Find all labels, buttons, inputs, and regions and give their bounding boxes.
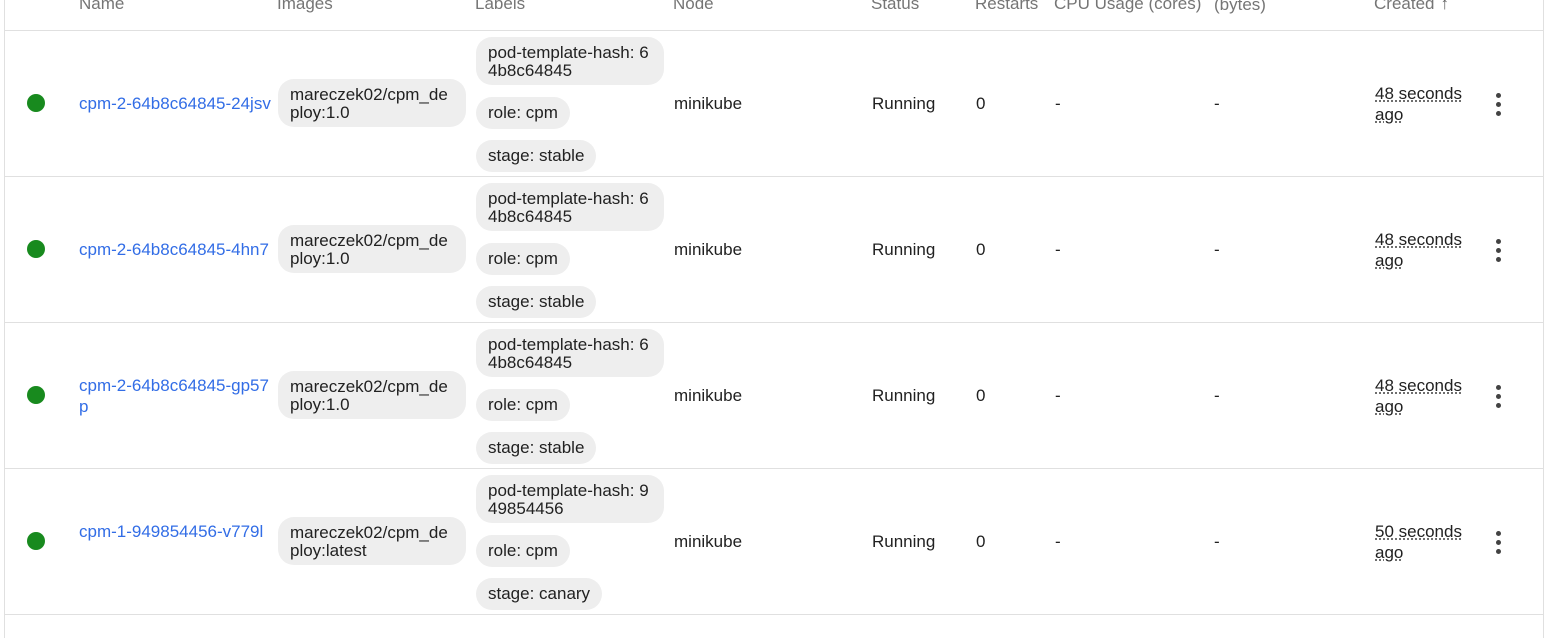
header-images: Images [277, 0, 333, 13]
restarts-cell: 0 [976, 386, 986, 405]
header-labels: Labels [475, 0, 526, 13]
status-ok-icon [27, 532, 45, 550]
created-cell: 48 seconds ago [1375, 376, 1462, 416]
cpu-cell: - [1055, 94, 1061, 113]
header-memory: Memory Usage (bytes) [1214, 0, 1266, 14]
status-cell: Running [872, 240, 936, 259]
label-chip-stage: stage: stable [476, 286, 597, 318]
status-cell: Running [872, 532, 936, 551]
table-row[interactable]: cpm-1-949854456-v779l mareczek02/cpm_dep… [5, 468, 1543, 615]
status-cell: Running [872, 386, 936, 405]
label-chip-pod-template-hash: pod-template-hash: 64b8c64845 [476, 37, 664, 85]
image-chip: mareczek02/cpm_deploy:latest [278, 517, 466, 565]
label-chip-pod-template-hash: pod-template-hash: 64b8c64845 [476, 183, 664, 231]
memory-cell: - [1214, 532, 1220, 551]
header-created-label[interactable]: Created [1374, 0, 1434, 13]
cpu-cell: - [1055, 240, 1061, 259]
header-created[interactable]: Created ↑ [1374, 0, 1449, 13]
header-cpu: CPU Usage (cores) [1054, 0, 1202, 13]
header-node[interactable]: Node [673, 0, 714, 13]
image-chip: mareczek02/cpm_deploy:1.0 [278, 225, 466, 273]
pod-name-link[interactable]: cpm-2-64b8c64845-24jsv [79, 93, 273, 114]
label-chip-pod-template-hash: pod-template-hash: 64b8c64845 [476, 329, 664, 377]
pod-name-link[interactable]: cpm-2-64b8c64845-gp57p [79, 375, 273, 417]
header-name[interactable]: Name [79, 0, 124, 13]
pods-table: Name Images Labels Node Status Restarts … [4, 0, 1544, 638]
cpu-cell: - [1055, 532, 1061, 551]
memory-cell: - [1214, 240, 1220, 259]
cpu-cell: - [1055, 386, 1061, 405]
created-cell: 48 seconds ago [1375, 84, 1462, 124]
table-row[interactable]: cpm-2-64b8c64845-4hn7 mareczek02/cpm_dep… [5, 176, 1543, 323]
created-cell: 50 seconds ago [1375, 522, 1462, 562]
label-chip-role: role: cpm [476, 535, 570, 567]
status-ok-icon [27, 386, 45, 404]
memory-cell: - [1214, 94, 1220, 113]
restarts-cell: 0 [976, 94, 986, 113]
label-chip-stage: stage: canary [476, 578, 603, 610]
header-status[interactable]: Status [871, 0, 919, 13]
image-chip: mareczek02/cpm_deploy:1.0 [278, 371, 466, 419]
pod-name-link[interactable]: cpm-1-949854456-v779l [79, 521, 273, 542]
node-cell[interactable]: minikube [674, 531, 742, 552]
restarts-cell: 0 [976, 240, 986, 259]
created-cell: 48 seconds ago [1375, 230, 1462, 270]
image-chip: mareczek02/cpm_deploy:1.0 [278, 79, 466, 127]
node-cell[interactable]: minikube [674, 239, 742, 260]
label-chip-stage: stage: stable [476, 432, 597, 464]
label-chip-role: role: cpm [476, 389, 570, 421]
status-ok-icon [27, 240, 45, 258]
node-cell[interactable]: minikube [674, 93, 742, 114]
table-row[interactable]: cpm-2-64b8c64845-gp57p mareczek02/cpm_de… [5, 322, 1543, 469]
pod-name-link[interactable]: cpm-2-64b8c64845-4hn7 [79, 239, 273, 260]
label-chip-role: role: cpm [476, 97, 570, 129]
node-cell[interactable]: minikube [674, 385, 742, 406]
label-chip-stage: stage: stable [476, 140, 597, 172]
header-restarts: Restarts [975, 0, 1039, 13]
more-vert-icon[interactable] [1487, 236, 1509, 264]
restarts-cell: 0 [976, 532, 986, 551]
more-vert-icon[interactable] [1487, 528, 1509, 556]
table-row[interactable]: cpm-2-64b8c64845-24jsv mareczek02/cpm_de… [5, 30, 1543, 177]
label-chip-pod-template-hash: pod-template-hash: 949854456 [476, 475, 664, 523]
status-cell: Running [872, 94, 936, 113]
more-vert-icon[interactable] [1487, 382, 1509, 410]
arrow-up-icon[interactable]: ↑ [1440, 0, 1449, 13]
more-vert-icon[interactable] [1487, 90, 1509, 118]
status-ok-icon [27, 94, 45, 112]
label-chip-role: role: cpm [476, 243, 570, 275]
table-header: Name Images Labels Node Status Restarts … [5, 0, 1543, 31]
memory-cell: - [1214, 386, 1220, 405]
